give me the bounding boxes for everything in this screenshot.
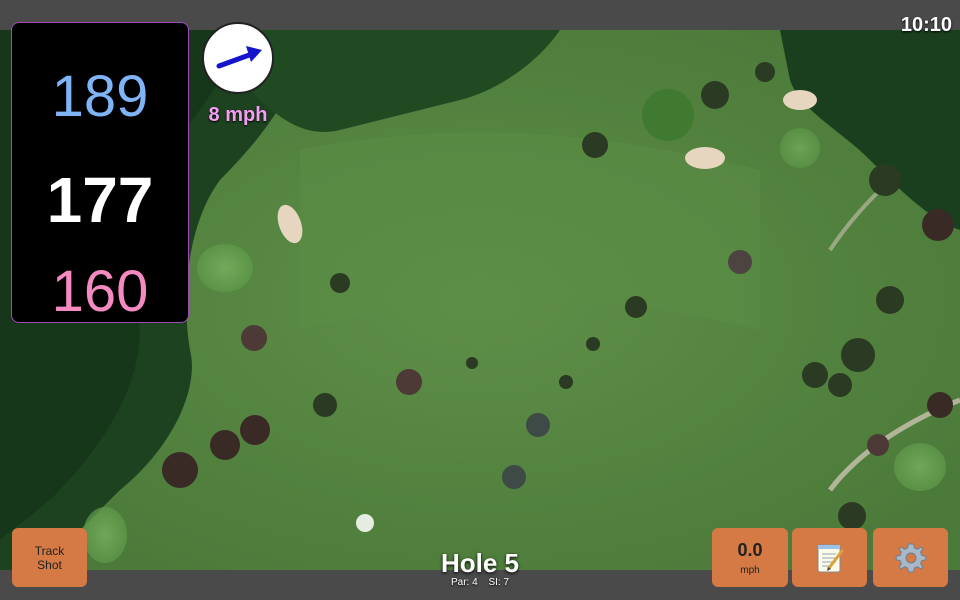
track-shot-button[interactable]: Track Shot bbox=[12, 528, 87, 587]
track-shot-label-line1: Track bbox=[34, 543, 65, 558]
speed-value: 0.0 bbox=[737, 539, 763, 560]
speed-button[interactable]: 0.0 mph bbox=[712, 528, 788, 587]
wind-indicator bbox=[202, 22, 274, 94]
wind-speed: 8 mph bbox=[208, 104, 268, 126]
notepad-icon bbox=[817, 544, 843, 572]
clock: 10:10 bbox=[900, 14, 952, 36]
hole-title: Hole 5 bbox=[440, 548, 520, 578]
front-yardage: 160 bbox=[51, 259, 149, 324]
hole-par: Par: 4 bbox=[450, 577, 478, 588]
yardage-panel: 189 177 160 bbox=[11, 22, 189, 324]
hole-stroke-index: SI: 7 bbox=[488, 577, 510, 588]
speed-unit: mph bbox=[740, 564, 760, 576]
track-shot-label-line2: Shot bbox=[37, 557, 62, 572]
settings-button[interactable] bbox=[873, 528, 948, 587]
hole-info: Par: 4 SI: 7 bbox=[380, 577, 580, 588]
gear-icon bbox=[895, 543, 926, 572]
center-yardage: 177 bbox=[46, 164, 154, 236]
wind-arrow-icon bbox=[216, 46, 262, 69]
back-yardage: 189 bbox=[51, 64, 149, 129]
scorecard-notes-button[interactable] bbox=[792, 528, 867, 587]
